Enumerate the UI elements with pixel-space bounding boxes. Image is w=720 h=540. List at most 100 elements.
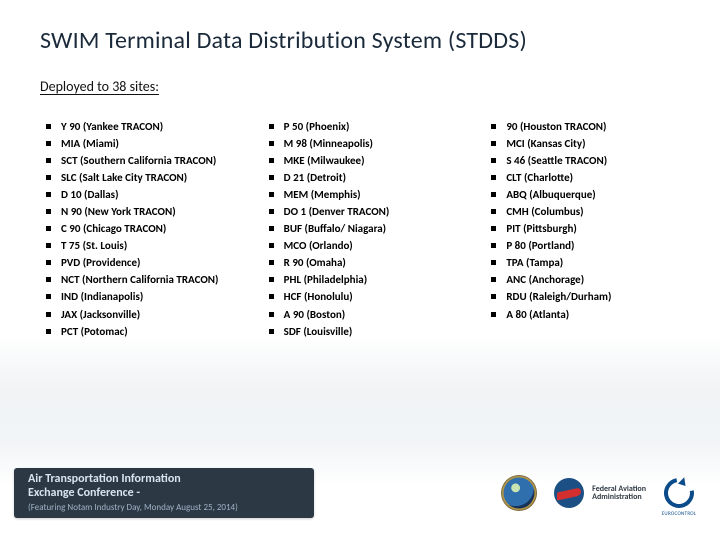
site-label: PVD (Providence) xyxy=(61,254,140,271)
site-label: MEM (Memphis) xyxy=(284,186,361,203)
bullet-icon xyxy=(269,141,274,146)
list-item: RDU (Raleigh/Durham) xyxy=(485,288,680,305)
bullet-icon xyxy=(46,141,51,146)
bullet-icon xyxy=(46,226,51,231)
list-item: ABQ (Albuquerque) xyxy=(485,186,680,203)
list-item: BUF (Buffalo/ Niagara) xyxy=(263,220,458,237)
list-item: P 80 (Portland) xyxy=(485,237,680,254)
list-item: PHL (Philadelphia) xyxy=(263,271,458,288)
bullet-icon xyxy=(46,312,51,317)
bullet-icon xyxy=(269,175,274,180)
slide: SWIM Terminal Data Distribution System (… xyxy=(0,0,720,540)
bullet-icon xyxy=(491,312,496,317)
list-item: SCT (Southern California TRACON) xyxy=(40,152,235,169)
faa-line: Administration xyxy=(592,493,646,501)
list-item: MCO (Orlando) xyxy=(263,237,458,254)
site-label: PCT (Potomac) xyxy=(61,323,128,340)
faa-text: Federal Aviation Administration xyxy=(592,485,646,502)
list-item: A 80 (Atlanta) xyxy=(485,306,680,323)
list-item: JAX (Jacksonville) xyxy=(40,306,235,323)
bullet-icon xyxy=(46,124,51,129)
list-item: ANC (Anchorage) xyxy=(485,271,680,288)
site-label: MIA (Miami) xyxy=(61,135,119,152)
site-label: M 98 (Minneapolis) xyxy=(284,135,373,152)
site-label: BUF (Buffalo/ Niagara) xyxy=(284,220,386,237)
site-label: JAX (Jacksonville) xyxy=(61,306,140,323)
list-item: A 90 (Boston) xyxy=(263,306,458,323)
bullet-icon xyxy=(46,175,51,180)
bullet-icon xyxy=(269,312,274,317)
conference-line: Air Transportation Information xyxy=(28,472,181,486)
site-label: PHL (Philadelphia) xyxy=(284,271,367,288)
bullet-icon xyxy=(491,124,496,129)
site-label: CLT (Charlotte) xyxy=(506,169,573,186)
list-item: D 10 (Dallas) xyxy=(40,186,235,203)
conference-banner: Air Transportation Information Exchange … xyxy=(14,468,314,518)
bullet-icon xyxy=(491,226,496,231)
site-label: MCI (Kansas City) xyxy=(506,135,585,152)
bullet-icon xyxy=(46,277,51,282)
bullet-icon xyxy=(46,192,51,197)
site-columns: Y 90 (Yankee TRACON)MIA (Miami)SCT (Sout… xyxy=(40,118,680,340)
faa-wing-icon xyxy=(554,478,584,508)
site-label: R 90 (Omaha) xyxy=(284,254,346,271)
site-label: RDU (Raleigh/Durham) xyxy=(506,288,611,305)
bullet-icon xyxy=(491,192,496,197)
bullet-icon xyxy=(269,192,274,197)
bullet-icon xyxy=(46,329,51,334)
site-column: P 50 (Phoenix)M 98 (Minneapolis)MKE (Mil… xyxy=(263,118,458,340)
site-column: Y 90 (Yankee TRACON)MIA (Miami)SCT (Sout… xyxy=(40,118,235,340)
page-title: SWIM Terminal Data Distribution System (… xyxy=(40,26,680,55)
list-item: P 50 (Phoenix) xyxy=(263,118,458,135)
list-item: MKE (Milwaukee) xyxy=(263,152,458,169)
site-label: IND (Indianapolis) xyxy=(61,288,143,305)
bullet-icon xyxy=(269,158,274,163)
bullet-icon xyxy=(269,226,274,231)
bullet-icon xyxy=(269,329,274,334)
site-label: A 90 (Boston) xyxy=(284,306,346,323)
dot-seal-icon xyxy=(502,476,536,510)
list-item: IND (Indianapolis) xyxy=(40,288,235,305)
list-item: SLC (Salt Lake City TRACON) xyxy=(40,169,235,186)
list-item: PCT (Potomac) xyxy=(40,323,235,340)
bullet-icon xyxy=(491,141,496,146)
site-label: ANC (Anchorage) xyxy=(506,271,584,288)
site-label: N 90 (New York TRACON) xyxy=(61,203,176,220)
list-item: HCF (Honolulu) xyxy=(263,288,458,305)
list-item: Y 90 (Yankee TRACON) xyxy=(40,118,235,135)
bullet-icon xyxy=(491,243,496,248)
site-label: CMH (Columbus) xyxy=(506,203,583,220)
site-label: T 75 (St. Louis) xyxy=(61,237,127,254)
conference-subline: (Featuring Notam Industry Day, Monday Au… xyxy=(28,502,238,513)
list-item: T 75 (St. Louis) xyxy=(40,237,235,254)
list-item: CMH (Columbus) xyxy=(485,203,680,220)
list-item: C 90 (Chicago TRACON) xyxy=(40,220,235,237)
list-item: 90 (Houston TRACON) xyxy=(485,118,680,135)
site-label: P 50 (Phoenix) xyxy=(284,118,350,135)
footer: Air Transportation Information Exchange … xyxy=(0,464,720,522)
list-item: M 98 (Minneapolis) xyxy=(263,135,458,152)
list-item: CLT (Charlotte) xyxy=(485,169,680,186)
site-label: HCF (Honolulu) xyxy=(284,288,353,305)
list-item: S 46 (Seattle TRACON) xyxy=(485,152,680,169)
list-item: MEM (Memphis) xyxy=(263,186,458,203)
bullet-icon xyxy=(491,209,496,214)
list-item: D 21 (Detroit) xyxy=(263,169,458,186)
site-label: D 21 (Detroit) xyxy=(284,169,346,186)
list-item: N 90 (New York TRACON) xyxy=(40,203,235,220)
site-label: C 90 (Chicago TRACON) xyxy=(61,220,166,237)
bullet-icon xyxy=(491,294,496,299)
site-label: A 80 (Atlanta) xyxy=(506,306,569,323)
site-label: MCO (Orlando) xyxy=(284,237,353,254)
bullet-icon xyxy=(46,243,51,248)
site-column: 90 (Houston TRACON)MCI (Kansas City)S 46… xyxy=(485,118,680,340)
bullet-icon xyxy=(269,209,274,214)
list-item: MIA (Miami) xyxy=(40,135,235,152)
list-item: PIT (Pittsburgh) xyxy=(485,220,680,237)
site-label: SDF (Louisville) xyxy=(284,323,353,340)
site-label: DO 1 (Denver TRACON) xyxy=(284,203,390,220)
site-label: 90 (Houston TRACON) xyxy=(506,118,606,135)
eurocontrol-label: EUROCONTROL xyxy=(662,511,697,517)
bullet-icon xyxy=(269,243,274,248)
site-label: Y 90 (Yankee TRACON) xyxy=(61,118,163,135)
